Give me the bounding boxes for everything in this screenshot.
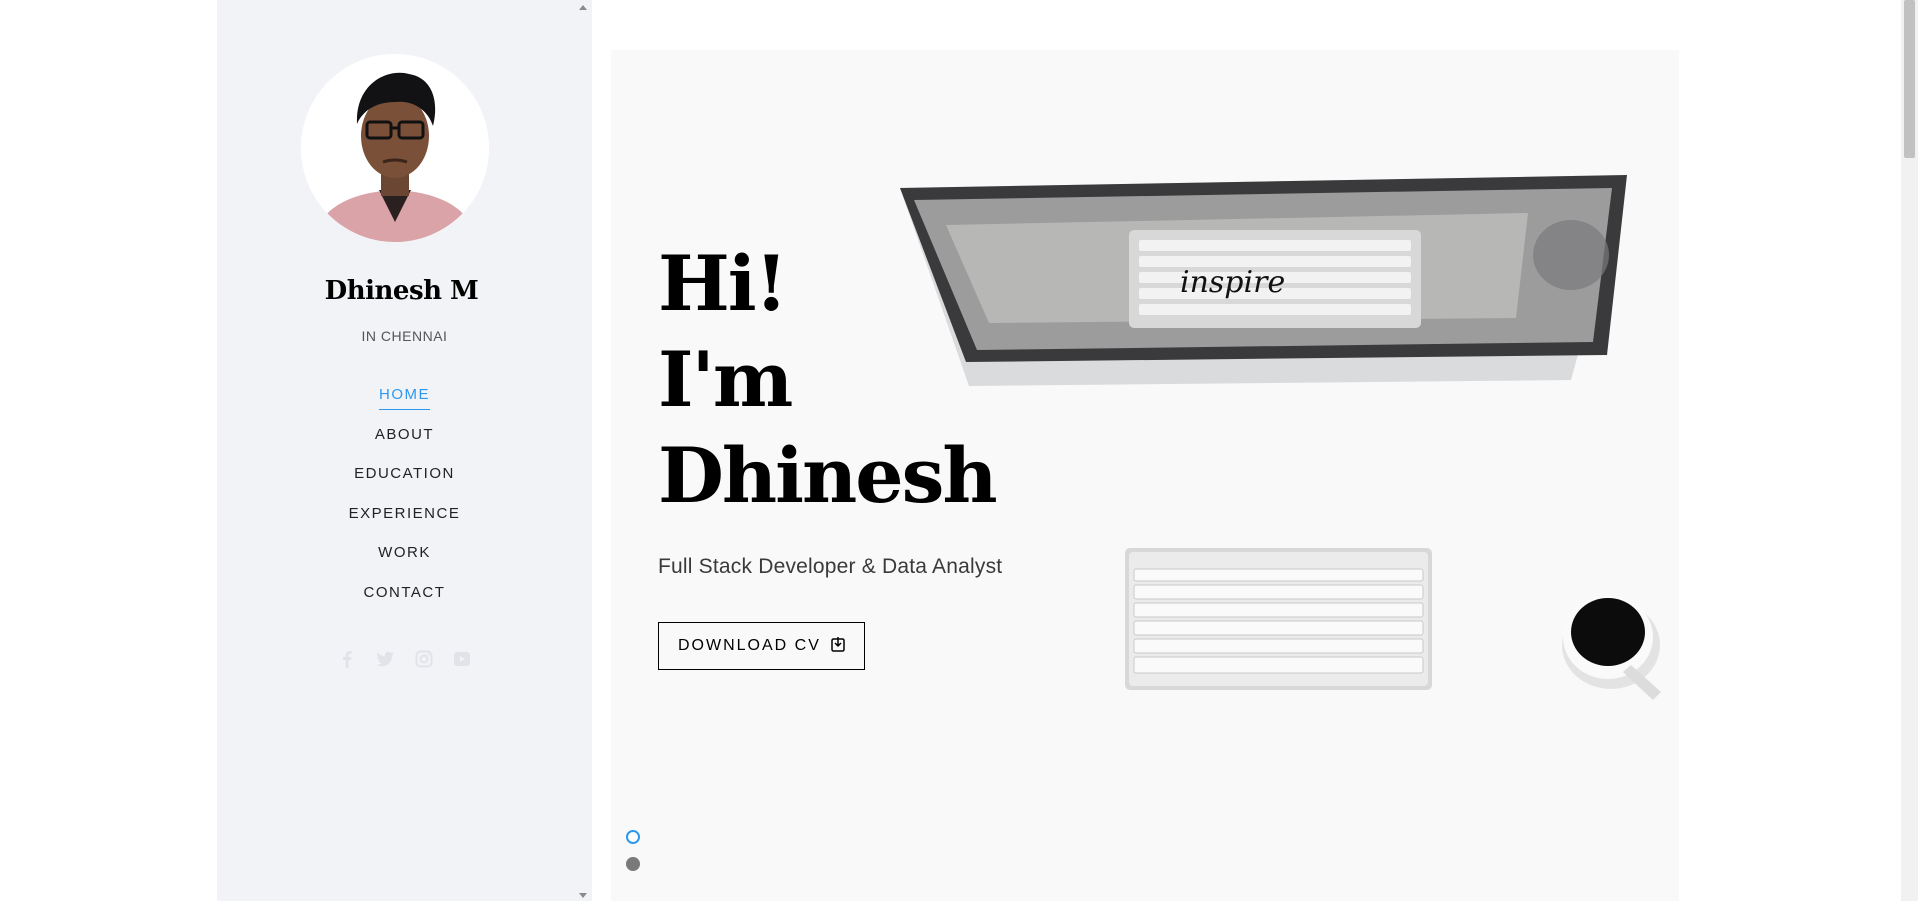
nav-item-about[interactable]: ABOUT <box>375 423 434 449</box>
monitor-illustration: inspire <box>900 175 1627 386</box>
main-nav: HOME ABOUT EDUCATION EXPERIENCE WORK CON… <box>217 383 592 620</box>
social-links <box>217 648 592 670</box>
nav-item-experience[interactable]: EXPERIENCE <box>349 502 461 528</box>
hero-title: Hi! I'm Dhinesh <box>658 236 998 524</box>
profile-location: IN CHENNAI <box>361 328 448 344</box>
instagram-icon[interactable] <box>413 648 435 670</box>
sidebar-scroll-down-arrow[interactable] <box>579 893 587 898</box>
sidebar: Dhinesh M IN CHENNAI HOME ABOUT EDUCATIO… <box>217 0 592 901</box>
hero-title-line-3: Dhinesh <box>658 431 998 520</box>
page-scrollbar-thumb[interactable] <box>1904 0 1915 158</box>
hero-title-line-2: I'm <box>658 335 793 424</box>
nav-item-contact[interactable]: CONTACT <box>364 581 446 607</box>
avatar <box>301 54 489 242</box>
twitter-icon[interactable] <box>374 648 396 670</box>
keyboard-illustration <box>1125 548 1432 690</box>
hero-subtitle: Full Stack Developer & Data Analyst <box>658 555 1003 578</box>
nav-item-work[interactable]: WORK <box>378 541 431 567</box>
youtube-icon[interactable] <box>451 648 473 670</box>
hero-section: inspire Hi! I'm Dhinesh Full Stack Devel… <box>611 0 1679 901</box>
page-scrollbar[interactable] <box>1901 0 1918 901</box>
nav-item-education[interactable]: EDUCATION <box>354 462 455 488</box>
page: Dhinesh M IN CHENNAI HOME ABOUT EDUCATIO… <box>0 0 1918 901</box>
facebook-icon[interactable] <box>336 648 358 670</box>
monitor-screen-text: inspire <box>1180 265 1285 300</box>
slider-pagination <box>626 830 640 884</box>
slider-dot-2[interactable] <box>626 857 640 871</box>
avatar-photo <box>301 54 489 242</box>
download-cv-label: DOWNLOAD CV <box>678 637 821 654</box>
hero-title-line-1: Hi! <box>658 239 788 328</box>
sidebar-scroll-up-arrow[interactable] <box>579 5 587 10</box>
download-icon <box>831 636 845 657</box>
slider-dot-1[interactable] <box>626 830 640 844</box>
profile-name: Dhinesh M <box>324 276 479 306</box>
nav-item-home[interactable]: HOME <box>379 383 430 410</box>
download-cv-button[interactable]: DOWNLOAD CV <box>658 622 865 670</box>
